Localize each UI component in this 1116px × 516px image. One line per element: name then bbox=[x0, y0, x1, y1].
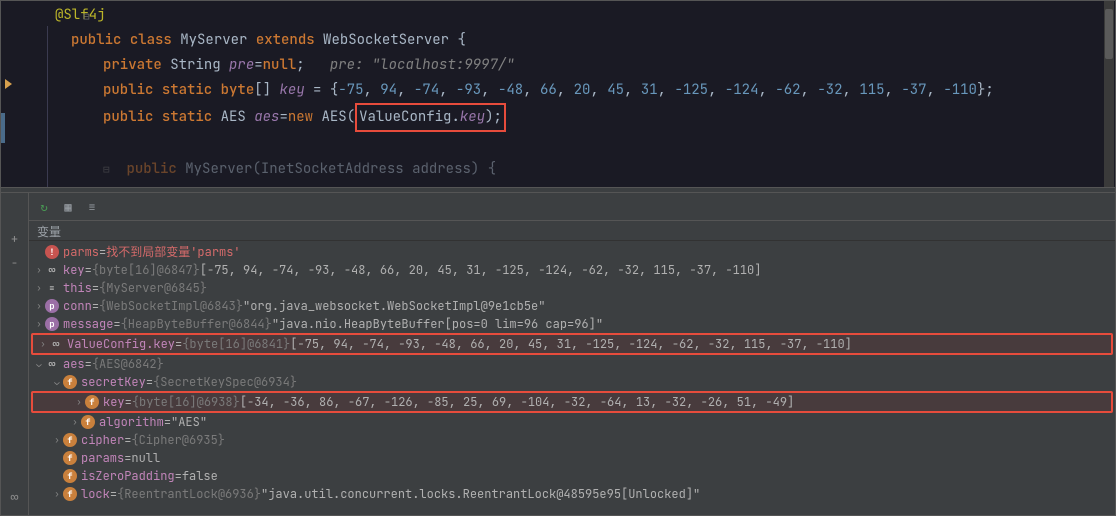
var-type: {AES@6842} bbox=[92, 355, 164, 373]
variable-row[interactable]: ⌄∞aes = {AES@6842} bbox=[29, 355, 1115, 373]
variable-row[interactable]: fisZeroPadding = false bbox=[29, 467, 1115, 485]
var-kind-icon: f bbox=[81, 415, 95, 429]
var-value: "java.util.concurrent.locks.ReentrantLoc… bbox=[261, 485, 700, 503]
expand-arrow-icon[interactable]: › bbox=[37, 335, 49, 353]
var-kind-icon: f bbox=[63, 433, 77, 447]
variable-row[interactable]: ›pconn = {WebSocketImpl@6843} "org.java_… bbox=[29, 297, 1115, 315]
code-editor-pane: ⊟ @Slf4j public class MyServer extends W… bbox=[1, 1, 1115, 187]
var-value: null bbox=[131, 449, 160, 467]
var-value: [-75, 94, -74, -93, -48, 66, 20, 45, 31,… bbox=[200, 261, 762, 279]
variables-header: 变量 bbox=[29, 221, 1115, 241]
variables-tree[interactable]: !parms = 找不到局部变量'parms'›∞key = {byte[16]… bbox=[29, 241, 1115, 515]
code-line-2: public class MyServer extends WebSocketS… bbox=[55, 28, 1115, 53]
var-kind-icon: f bbox=[63, 375, 77, 389]
variable-row[interactable]: ⌄fsecretKey = {SecretKeySpec@6934} bbox=[29, 373, 1115, 391]
variable-row[interactable]: ›∞ValueConfig.key = {byte[16]@6841} [-75… bbox=[31, 333, 1113, 355]
debugger-pane: + − ∞ ↻ ▦ ≡ 变量 !parms = 找不到局部变量'parms'›∞… bbox=[1, 193, 1115, 515]
variable-row[interactable]: ›flock = {ReentrantLock@6936} "java.util… bbox=[29, 485, 1115, 503]
code-line-3: private String pre=null; pre: "localhost… bbox=[55, 53, 1115, 78]
variable-row[interactable]: ›fkey = {byte[16]@6938} [-34, -36, 86, -… bbox=[31, 391, 1113, 413]
expand-arrow-icon[interactable]: › bbox=[33, 315, 45, 333]
code-line-1: @Slf4j bbox=[55, 3, 1115, 28]
var-kind-icon: ∞ bbox=[45, 357, 59, 371]
var-name: aes bbox=[63, 355, 85, 373]
var-kind-icon: ∞ bbox=[49, 337, 63, 351]
var-name: key bbox=[63, 261, 85, 279]
variable-row[interactable]: fparams = null bbox=[29, 449, 1115, 467]
var-kind-icon: p bbox=[45, 317, 59, 331]
debug-restart-icon[interactable]: ↻ bbox=[35, 198, 53, 216]
variable-row[interactable]: ›pmessage = {HeapByteBuffer@6844} "java.… bbox=[29, 315, 1115, 333]
var-name: lock bbox=[81, 485, 110, 503]
var-value: [-34, -36, 86, -67, -126, -85, 25, 69, -… bbox=[240, 393, 794, 411]
var-kind-icon: ∞ bbox=[45, 263, 59, 277]
var-kind-icon: ! bbox=[45, 245, 59, 259]
variable-row[interactable]: ›≡this = {MyServer@6845} bbox=[29, 279, 1115, 297]
expand-arrow-icon[interactable]: › bbox=[33, 297, 45, 315]
expand-arrow-icon[interactable]: › bbox=[51, 485, 63, 503]
var-value: "AES" bbox=[171, 413, 207, 431]
var-type: {MyServer@6845} bbox=[99, 279, 207, 297]
var-name: algorithm bbox=[99, 413, 164, 431]
var-name: parms bbox=[63, 243, 99, 261]
var-type: {SecretKeySpec@6934} bbox=[153, 373, 297, 391]
expand-arrow-icon[interactable]: › bbox=[69, 413, 81, 431]
expand-arrow-icon[interactable]: › bbox=[33, 261, 45, 279]
var-value: [-75, 94, -74, -93, -48, 66, 20, 45, 31,… bbox=[290, 335, 852, 353]
fold-minus-icon[interactable]: ⊟ bbox=[103, 163, 110, 177]
var-type: {ReentrantLock@6936} bbox=[117, 485, 261, 503]
var-name: secretKey bbox=[81, 373, 146, 391]
var-kind-icon: f bbox=[85, 395, 99, 409]
code-line-4: public static byte[] key = {-75, 94, -74… bbox=[55, 78, 1115, 103]
variable-row[interactable]: !parms = 找不到局部变量'parms' bbox=[29, 243, 1115, 261]
var-value: "java.nio.HeapByteBuffer[pos=0 lim=96 ca… bbox=[272, 315, 603, 333]
var-name: conn bbox=[63, 297, 92, 315]
variable-row[interactable]: ›fcipher = {Cipher@6935} bbox=[29, 431, 1115, 449]
var-type: {HeapByteBuffer@6844} bbox=[121, 315, 272, 333]
breakpoint-arrow-icon[interactable] bbox=[5, 79, 12, 89]
var-value: "org.java_websocket.WebSocketImpl@9e1cb5… bbox=[243, 297, 545, 315]
var-name: this bbox=[63, 279, 92, 297]
watch-icon[interactable]: ∞ bbox=[10, 489, 18, 507]
code-body[interactable]: ⊟ @Slf4j public class MyServer extends W… bbox=[37, 1, 1115, 187]
debugger-tabs: ↻ ▦ ≡ bbox=[29, 193, 1115, 221]
var-type: {WebSocketImpl@6843} bbox=[99, 297, 243, 315]
var-type: {byte[16]@6938} bbox=[132, 393, 240, 411]
var-kind-icon: f bbox=[63, 487, 77, 501]
var-value: false bbox=[182, 467, 218, 485]
var-kind-icon: p bbox=[45, 299, 59, 313]
var-kind-icon: f bbox=[63, 469, 77, 483]
var-kind-icon: f bbox=[63, 451, 77, 465]
debugger-sidebar: + − ∞ bbox=[1, 193, 29, 515]
table-view-icon[interactable]: ▦ bbox=[59, 198, 77, 216]
var-name: message bbox=[63, 315, 113, 333]
plus-icon[interactable]: + bbox=[11, 231, 18, 247]
editor-gutter bbox=[1, 1, 37, 187]
var-name: isZeroPadding bbox=[81, 467, 175, 485]
variable-row[interactable]: ›falgorithm = "AES" bbox=[29, 413, 1115, 431]
var-name: key bbox=[103, 393, 125, 411]
expand-arrow-icon[interactable]: ⌄ bbox=[51, 373, 63, 391]
variable-row[interactable]: ›∞key = {byte[16]@6847} [-75, 94, -74, -… bbox=[29, 261, 1115, 279]
var-name: cipher bbox=[81, 431, 124, 449]
var-kind-icon: ≡ bbox=[45, 281, 59, 295]
var-value: 找不到局部变量'parms' bbox=[106, 243, 240, 261]
fold-minus-icon[interactable]: ⊟ bbox=[83, 5, 90, 30]
var-name: ValueConfig.key bbox=[67, 335, 175, 353]
minus-icon[interactable]: − bbox=[11, 255, 18, 271]
var-type: {Cipher@6935} bbox=[131, 431, 225, 449]
expand-arrow-icon[interactable]: ⌄ bbox=[33, 355, 45, 373]
editor-scrollbar[interactable] bbox=[1104, 1, 1114, 187]
expand-arrow-icon[interactable]: › bbox=[33, 279, 45, 297]
var-type: {byte[16]@6847} bbox=[92, 261, 200, 279]
var-name: params bbox=[81, 449, 124, 467]
var-type: {byte[16]@6841} bbox=[182, 335, 290, 353]
code-line-5: public static AES aes=new AES(ValueConfi… bbox=[55, 103, 1115, 132]
selection-indicator bbox=[1, 113, 5, 143]
highlight-valueconfig-key: ValueConfig.key); bbox=[355, 103, 506, 132]
expand-arrow-icon[interactable]: › bbox=[73, 393, 85, 411]
expand-arrow-icon[interactable]: › bbox=[51, 431, 63, 449]
code-line-7: ⊟ public MyServer(InetSocketAddress addr… bbox=[55, 157, 1115, 183]
list-view-icon[interactable]: ≡ bbox=[83, 198, 101, 216]
